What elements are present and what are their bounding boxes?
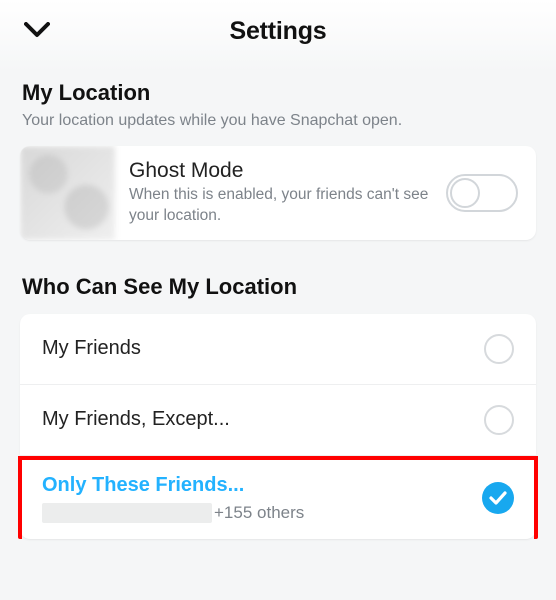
toggle-knob — [450, 178, 480, 208]
redacted-name — [42, 503, 212, 523]
my-location-subtitle: Your location updates while you have Sna… — [0, 108, 556, 146]
others-count: +155 others — [214, 503, 304, 523]
ghost-mode-title: Ghost Mode — [129, 159, 438, 183]
radio-unselected-icon — [484, 405, 514, 435]
ghost-mode-desc: When this is enabled, your friends can't… — [129, 185, 438, 227]
radio-selected-icon — [482, 482, 514, 514]
option-label: My Friends — [42, 337, 141, 360]
option-label: Only These Friends... — [42, 474, 304, 497]
who-can-see-heading: Who Can See My Location — [0, 240, 556, 314]
option-subline: +155 others — [42, 503, 304, 523]
visibility-options-list: My Friends My Friends, Except... Only Th… — [20, 314, 536, 539]
radio-unselected-icon — [484, 334, 514, 364]
ghost-mode-toggle[interactable] — [446, 174, 518, 212]
my-location-heading: My Location — [0, 62, 556, 108]
back-chevron-icon[interactable] — [24, 22, 50, 38]
option-my-friends[interactable]: My Friends — [20, 314, 536, 385]
ghost-mode-text: Ghost Mode When this is enabled, your fr… — [115, 147, 446, 239]
page-title: Settings — [229, 17, 326, 46]
ghost-mode-row[interactable]: Ghost Mode When this is enabled, your fr… — [20, 146, 536, 240]
ghost-mode-card: Ghost Mode When this is enabled, your fr… — [20, 146, 536, 240]
ghost-mode-thumbnail — [20, 146, 115, 240]
option-my-friends-except[interactable]: My Friends, Except... — [20, 385, 536, 456]
header: Settings — [0, 0, 556, 62]
option-only-these-friends[interactable]: Only These Friends... +155 others — [18, 456, 538, 539]
option-label: My Friends, Except... — [42, 408, 230, 431]
